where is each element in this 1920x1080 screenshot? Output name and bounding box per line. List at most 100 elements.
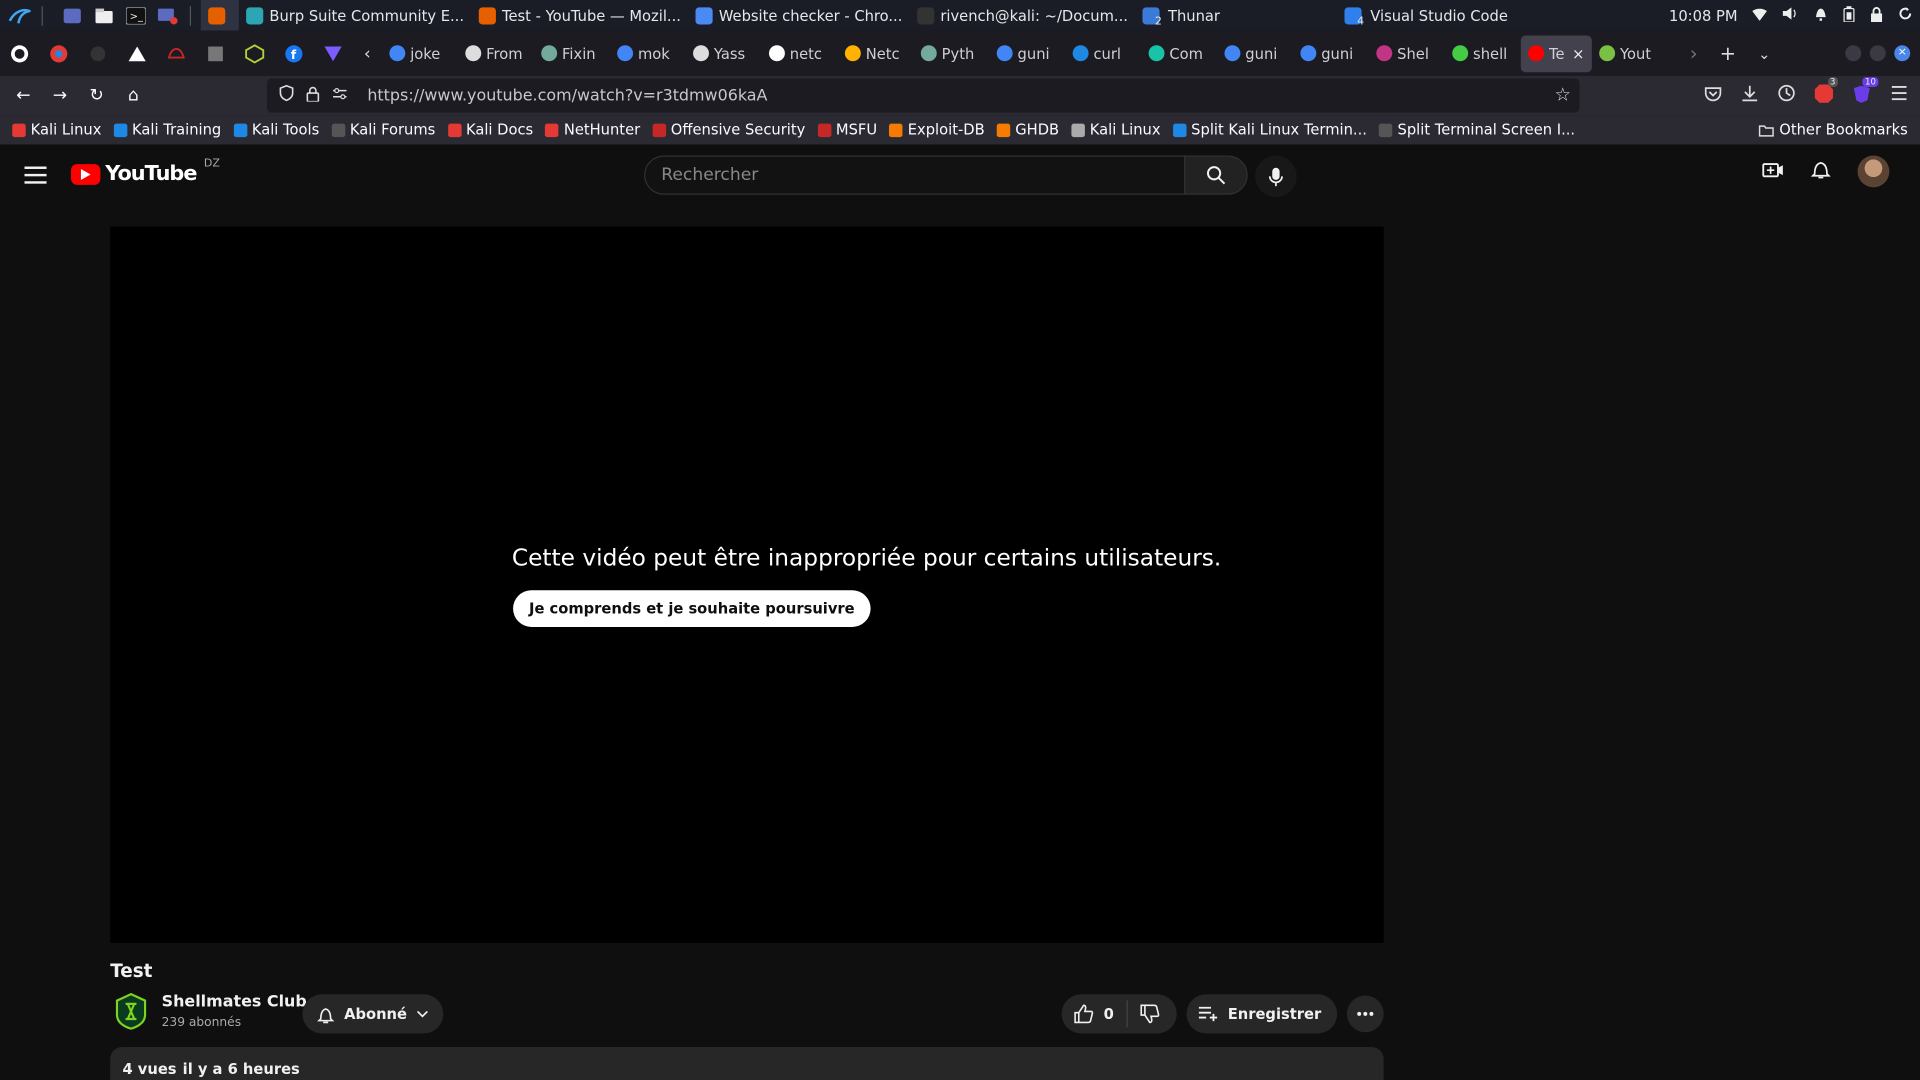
tab-scroll-left-icon[interactable]: ‹ [353, 31, 382, 76]
bookmark-item[interactable]: Offensive Security [652, 121, 805, 138]
pinned-red-app-icon[interactable] [39, 31, 78, 76]
bookmark-item[interactable]: Exploit-DB [889, 121, 985, 138]
wifi-icon[interactable] [1752, 7, 1767, 24]
shield-icon[interactable] [279, 84, 294, 106]
browser-tab[interactable]: Com [1141, 35, 1217, 72]
downloads-icon[interactable] [1741, 84, 1758, 106]
browser-tab[interactable]: joke [382, 35, 458, 72]
reload-button[interactable]: ↻ [78, 77, 115, 114]
bookmark-item[interactable]: Kali Linux [12, 121, 101, 138]
pinned-github-icon[interactable] [0, 31, 39, 76]
permissions-icon[interactable] [332, 86, 348, 106]
volume-icon[interactable] [1782, 6, 1799, 24]
taskbar-window-1[interactable]: Burp Suite Community E... [239, 0, 472, 31]
taskbar-window-0[interactable] [200, 0, 239, 31]
forward-button[interactable]: → [42, 77, 79, 114]
battery-icon[interactable] [1843, 5, 1855, 26]
bookmark-item[interactable]: Kali Docs [447, 121, 533, 138]
browser-tab[interactable]: Yass [686, 35, 762, 72]
dislike-button[interactable] [1127, 1004, 1176, 1024]
voice-search-button[interactable] [1255, 155, 1297, 198]
bookmark-item[interactable]: Kali Tools [233, 121, 319, 138]
adblock-extension-icon[interactable]: 3 [1814, 76, 1838, 107]
continue-button[interactable]: Je comprends et je souhaite poursuivre [513, 590, 871, 627]
search-input[interactable]: Rechercher [644, 155, 1186, 195]
browser-tab[interactable]: guni [1293, 35, 1369, 72]
taskbar-window-4[interactable]: rivench@kali: ~/Docum... [910, 0, 1136, 31]
terminal-icon[interactable]: >_ [124, 3, 148, 27]
pinned-facebook-icon[interactable]: f [274, 31, 313, 76]
new-tab-button[interactable]: + [1720, 42, 1736, 65]
like-button[interactable]: 0 [1062, 1000, 1128, 1028]
video-player[interactable]: Cette vidéo peut être inappropriée pour … [110, 226, 1384, 943]
app-menu-icon[interactable] [1891, 86, 1908, 106]
channel-name[interactable]: Shellmates Club [162, 993, 307, 1011]
address-bar[interactable]: https://www.youtube.com/watch?v=r3tdmw06… [266, 78, 1580, 113]
window-close-button[interactable]: × [1894, 45, 1911, 62]
pinned-warning-icon[interactable] [118, 31, 157, 76]
user-avatar[interactable] [1857, 155, 1890, 188]
browser-tab[interactable]: mok [610, 35, 686, 72]
power-refresh-icon[interactable] [1898, 6, 1913, 24]
browser-tab[interactable]: Te × [1520, 34, 1592, 72]
channel-logo[interactable] [113, 993, 150, 1030]
browser-tab[interactable]: guni [989, 35, 1065, 72]
taskbar-window-3[interactable]: Website checker - Chro... [688, 0, 909, 31]
window-maximize-button[interactable] [1869, 45, 1886, 62]
pinned-red-hat-icon[interactable] [157, 31, 196, 76]
browser-tab[interactable]: Fixin [534, 35, 610, 72]
save-button[interactable]: Enregistrer [1186, 994, 1338, 1034]
url-text[interactable]: https://www.youtube.com/watch?v=r3tdmw06… [367, 86, 767, 104]
tab-list-chevron-icon[interactable]: ⌄ [1758, 45, 1770, 62]
bookmark-item[interactable]: Kali Training [113, 121, 221, 138]
bookmark-star-icon[interactable]: ☆ [1555, 83, 1571, 105]
pinned-cube-icon[interactable] [235, 31, 274, 76]
browser-tab[interactable]: Yout [1592, 35, 1668, 72]
hamburger-menu-icon[interactable] [22, 162, 49, 189]
notifications-bell-icon[interactable] [1810, 159, 1831, 185]
bookmark-item[interactable]: Split Kali Linux Termin... [1172, 121, 1367, 138]
other-bookmarks[interactable]: Other Bookmarks [1758, 121, 1908, 138]
taskbar-window-5[interactable]: 2 Thunar [1135, 0, 1227, 31]
browser-tab[interactable]: Pyth [913, 35, 989, 72]
lock-icon[interactable] [306, 85, 320, 106]
bookmark-item[interactable]: Kali Forums [331, 121, 435, 138]
history-icon[interactable] [1778, 84, 1795, 106]
workspace-icon[interactable] [60, 3, 84, 27]
pocket-icon[interactable] [1704, 85, 1722, 106]
bookmark-item[interactable]: Kali Linux [1071, 121, 1161, 138]
bookmark-item[interactable]: GHDB [996, 121, 1059, 138]
back-button[interactable]: ← [5, 77, 42, 114]
purple-extension-icon[interactable]: 10 [1853, 76, 1879, 107]
tab-scroll-right-icon[interactable]: › [1690, 42, 1698, 65]
lock-icon[interactable] [1870, 6, 1883, 26]
window-minimize-button[interactable] [1845, 45, 1862, 62]
description-box[interactable]: 4 vues il y a 6 heures [110, 1046, 1384, 1080]
pinned-tool-icon[interactable] [196, 31, 235, 76]
search-button[interactable] [1184, 155, 1248, 195]
browser-tab[interactable]: netc [762, 35, 838, 72]
browser-tab[interactable]: Netc [838, 35, 914, 72]
more-actions-button[interactable] [1346, 995, 1384, 1033]
home-button[interactable]: ⌂ [115, 77, 152, 114]
browser-tab[interactable]: guni [1217, 35, 1293, 72]
kali-menu-icon[interactable] [7, 3, 31, 27]
pinned-dark-icon[interactable] [78, 31, 117, 76]
file-manager-icon[interactable] [92, 3, 116, 27]
notification-icon[interactable] [1813, 6, 1828, 24]
screen-record-icon[interactable] [156, 3, 180, 27]
browser-tab[interactable]: From [458, 35, 534, 72]
youtube-logo[interactable]: YouTube DZ [71, 158, 220, 186]
bookmark-item[interactable]: MSFU [817, 121, 877, 138]
browser-tab[interactable]: Shel [1369, 35, 1445, 72]
clock[interactable]: 10:08 PM [1669, 7, 1738, 24]
browser-tab[interactable]: shell [1445, 35, 1521, 72]
close-tab-icon[interactable]: × [1572, 45, 1584, 62]
browser-tab[interactable]: curl [1065, 35, 1141, 72]
pinned-triangle-icon[interactable] [313, 31, 352, 76]
subscribe-button[interactable]: Abonné [302, 994, 444, 1034]
bookmark-item[interactable]: Split Terminal Screen I... [1379, 121, 1575, 138]
taskbar-window-2[interactable]: Test - YouTube — Mozil... [471, 0, 688, 31]
bookmark-item[interactable]: NetHunter [545, 121, 640, 138]
taskbar-window-6[interactable]: 4 Visual Studio Code [1338, 0, 1516, 31]
